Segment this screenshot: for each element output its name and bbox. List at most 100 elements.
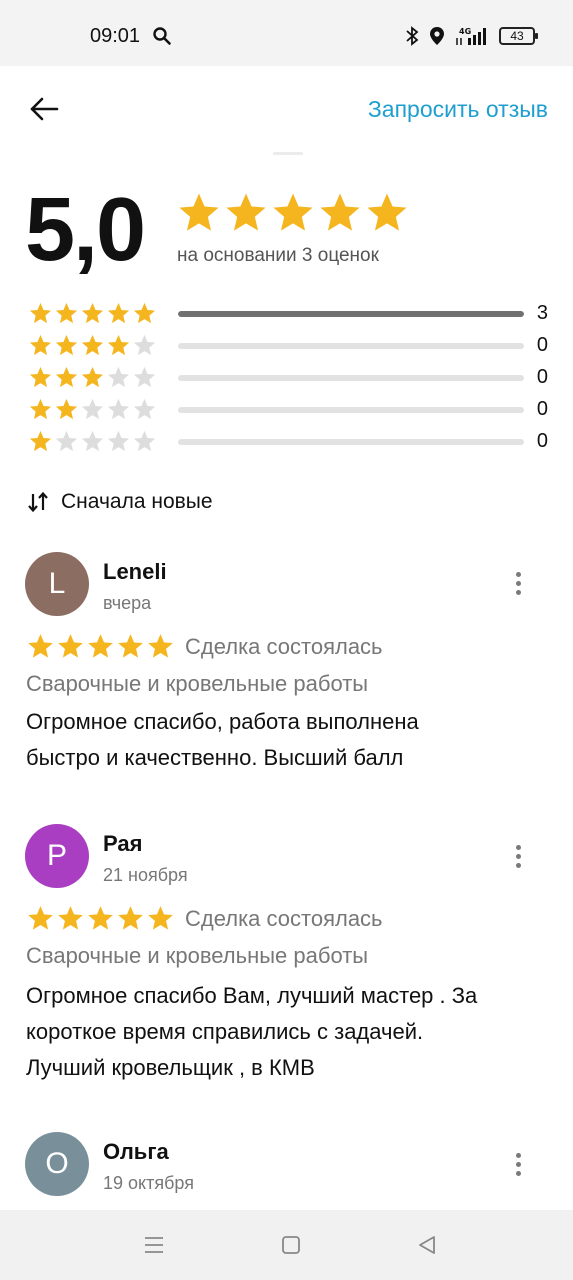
- sort-button[interactable]: Сначала новые: [27, 490, 213, 514]
- star-filled-icon: [81, 366, 104, 388]
- more-options-button[interactable]: [508, 568, 528, 598]
- rating-breakdown: 3 0 0 0 0: [28, 298, 548, 458]
- back-triangle-icon: [419, 1236, 435, 1254]
- star-filled-icon: [88, 906, 113, 930]
- star-empty-icon: [107, 430, 130, 452]
- home-button[interactable]: [277, 1232, 305, 1258]
- star-filled-icon: [148, 906, 173, 930]
- bluetooth-icon: [406, 26, 419, 46]
- breakdown-bar: [178, 407, 524, 413]
- breakdown-count: 0: [536, 430, 548, 452]
- breakdown-bar: [178, 439, 524, 445]
- star-filled-icon: [179, 193, 219, 231]
- network-type-label: 4G: [459, 27, 471, 36]
- arrow-left-icon: [30, 97, 59, 121]
- breakdown-row-4: 0: [28, 330, 548, 362]
- breakdown-count: 3: [536, 302, 548, 324]
- menu-button[interactable]: [140, 1232, 168, 1258]
- star-empty-icon: [133, 366, 156, 388]
- star-filled-icon: [118, 634, 143, 658]
- breakdown-bar: [178, 311, 524, 317]
- breakdown-stars: [28, 397, 157, 422]
- star-filled-icon: [81, 334, 104, 356]
- breakdown-count: 0: [536, 366, 548, 388]
- star-filled-icon: [29, 302, 52, 324]
- review-stars: [26, 632, 175, 661]
- breakdown-stars: [28, 365, 157, 390]
- star-filled-icon: [148, 634, 173, 658]
- avatar: L: [25, 552, 89, 616]
- breakdown-count: 0: [536, 334, 548, 356]
- star-filled-icon: [58, 634, 83, 658]
- more-options-button[interactable]: [508, 1149, 528, 1179]
- star-filled-icon: [58, 906, 83, 930]
- review-category: Сварочные и кровельные работы: [26, 671, 369, 696]
- star-filled-icon: [55, 398, 78, 420]
- star-filled-icon: [55, 366, 78, 388]
- menu-icon: [145, 1237, 163, 1253]
- back-button[interactable]: [26, 92, 62, 126]
- signal-icon: 4G: [456, 27, 486, 45]
- review-text-line: Огромное спасибо Вам, лучший мастер . За: [26, 983, 478, 1008]
- review-text: Огромное спасибо, работа выполнена быстр…: [26, 704, 536, 776]
- avatar-initial: Р: [46, 839, 67, 872]
- review-text-line: Лучший кровельщик , в КМВ: [26, 1055, 315, 1080]
- star-empty-icon: [133, 334, 156, 356]
- review-category: Сварочные и кровельные работы: [26, 943, 369, 968]
- review-date: вчера: [103, 593, 152, 613]
- breakdown-stars: [28, 333, 157, 358]
- star-empty-icon: [55, 430, 78, 452]
- star-filled-icon: [81, 302, 104, 324]
- star-filled-icon: [29, 366, 52, 388]
- sort-label: Сначала новые: [61, 490, 213, 513]
- breakdown-bar-fill: [178, 311, 524, 317]
- request-review-button[interactable]: Запросить отзыв: [368, 96, 548, 123]
- rating-caption: на основании 3 оценок: [177, 245, 379, 266]
- breakdown-row-5: 3: [28, 298, 548, 330]
- star-empty-icon: [81, 430, 104, 452]
- star-empty-icon: [133, 430, 156, 452]
- review-author: Leneli: [103, 559, 167, 584]
- status-time: 09:01: [90, 25, 141, 47]
- star-filled-icon: [107, 302, 130, 324]
- deal-status: Сделка состоялась: [185, 906, 383, 931]
- location-icon: [430, 27, 444, 45]
- star-empty-icon: [133, 398, 156, 420]
- review-text: Огромное спасибо Вам, лучший мастер . За…: [26, 978, 536, 1086]
- star-filled-icon: [273, 193, 313, 231]
- system-nav-bar: [0, 1210, 573, 1280]
- breakdown-row-3: 0: [28, 362, 548, 394]
- star-empty-icon: [81, 398, 104, 420]
- avatar-initial: О: [45, 1147, 69, 1180]
- avatar-initial: L: [48, 567, 66, 600]
- deal-status: Сделка состоялась: [185, 634, 383, 659]
- search-icon: [153, 27, 171, 45]
- avatar: Р: [25, 824, 89, 888]
- sort-icon: [28, 491, 48, 513]
- status-icons: 4G 43: [405, 24, 538, 48]
- star-filled-icon: [55, 334, 78, 356]
- breakdown-row-1: 0: [28, 426, 548, 458]
- star-empty-icon: [107, 366, 130, 388]
- breakdown-bar: [178, 343, 524, 349]
- status-bar: 09:01 4G 43: [0, 0, 573, 66]
- star-filled-icon: [367, 193, 407, 231]
- review-date: 19 октября: [103, 1173, 194, 1193]
- home-square-icon: [282, 1236, 300, 1254]
- star-empty-icon: [107, 398, 130, 420]
- more-options-button[interactable]: [508, 841, 528, 871]
- review-author: Ольга: [103, 1139, 169, 1164]
- breakdown-stars: [28, 301, 157, 326]
- star-filled-icon: [29, 398, 52, 420]
- star-filled-icon: [55, 302, 78, 324]
- review-text-line: быстро и качественно. Высший балл: [26, 745, 404, 770]
- battery-icon: 43: [499, 27, 538, 45]
- breakdown-row-2: 0: [28, 394, 548, 426]
- star-filled-icon: [28, 634, 53, 658]
- star-filled-icon: [320, 193, 360, 231]
- back-nav-button[interactable]: [413, 1232, 441, 1258]
- review-date: 21 ноября: [103, 865, 188, 885]
- star-filled-icon: [107, 334, 130, 356]
- breakdown-stars: [28, 429, 157, 454]
- star-filled-icon: [88, 634, 113, 658]
